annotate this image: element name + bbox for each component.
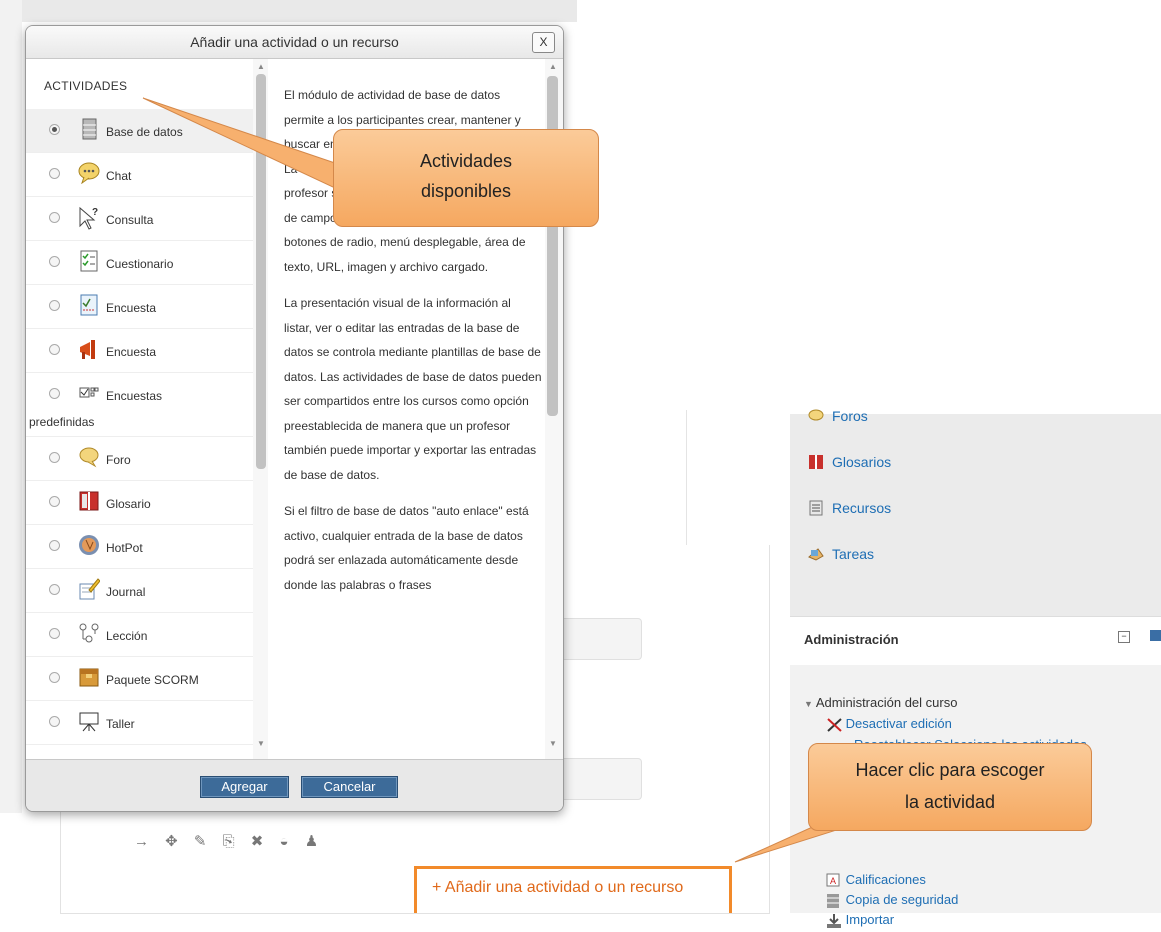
activities-callout: Actividades disponibles bbox=[333, 129, 599, 227]
import-link[interactable]: Importar bbox=[826, 912, 894, 929]
import-icon bbox=[826, 913, 842, 929]
click-callout: Hacer clic para escoger la actividad bbox=[808, 743, 1092, 831]
